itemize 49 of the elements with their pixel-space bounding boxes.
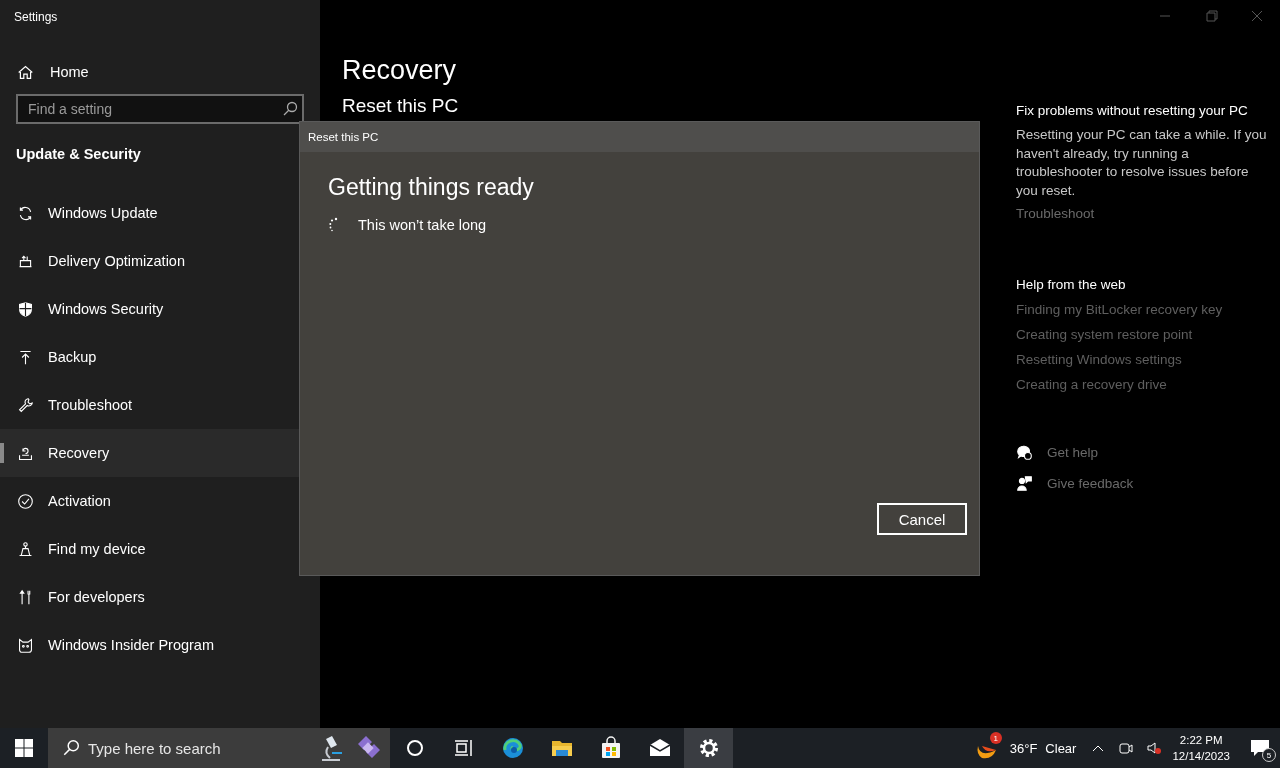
section-heading: Update & Security <box>15 146 142 162</box>
sidebar-item[interactable]: Delivery Optimization <box>0 237 320 285</box>
sync-icon <box>17 204 34 222</box>
notification-icon[interactable] <box>1250 739 1270 757</box>
shield-icon <box>17 300 34 318</box>
clock-time[interactable]: 2:22 PM <box>1179 732 1223 748</box>
sidebar-item[interactable]: Activation <box>0 477 320 525</box>
feedback-icon <box>1016 475 1033 492</box>
taskbar-search-field[interactable]: Type here to search <box>48 728 390 768</box>
notification-badge: 1 <box>989 732 1002 744</box>
description-text: Resetting your PC can take a while. If you haven't already, try running a troubleshooter to resolve issues before you reset. <box>1016 126 1268 200</box>
notification-count: 5 <box>1262 748 1276 762</box>
search-icon <box>282 101 298 117</box>
window-title: Settings <box>13 9 59 26</box>
cancel-button[interactable]: Cancel <box>877 503 967 535</box>
person-icon <box>17 540 34 558</box>
help-icon <box>1016 444 1033 461</box>
wrench-icon <box>17 396 34 414</box>
dialog-title: Reset this PC <box>308 131 379 143</box>
windows-icon[interactable] <box>15 739 33 757</box>
home-link[interactable]: Home <box>0 60 320 84</box>
weather-condition: Clear <box>1045 740 1077 756</box>
troubleshoot-link[interactable]: Troubleshoot <box>1016 206 1272 221</box>
sidebar-item[interactable]: For developers <box>0 573 320 621</box>
sidebar-item[interactable]: Windows Update <box>0 189 320 237</box>
muted-speaker-icon[interactable] <box>1146 740 1163 756</box>
action-link[interactable]: Get help <box>1047 445 1099 460</box>
home-icon <box>17 63 34 81</box>
side-heading: Help from the web <box>1016 277 1127 292</box>
temperature-text: 36°F <box>1009 740 1038 756</box>
sidebar-item[interactable]: Windows Security <box>0 285 320 333</box>
search-icon <box>62 739 80 757</box>
backup-icon <box>17 348 34 366</box>
sidebar-item[interactable]: Backup <box>0 333 320 381</box>
dialog-heading: Getting things ready <box>328 174 535 201</box>
action-link[interactable]: Give feedback <box>1047 476 1134 491</box>
check-icon <box>17 492 34 510</box>
sidebar-item[interactable]: Find my device <box>0 525 320 573</box>
sidebar-item[interactable]: Windows Insider Program <box>0 621 320 669</box>
search-field[interactable]: Find a setting <box>16 94 304 124</box>
status-text: This won’t take long <box>358 217 487 233</box>
camera-icon[interactable] <box>1118 740 1135 756</box>
cat-icon <box>17 636 34 654</box>
sidebar-item[interactable]: Troubleshoot <box>0 381 320 429</box>
taskbar-app[interactable] <box>684 728 733 768</box>
clock-date[interactable]: 12/14/2023 <box>1172 748 1230 764</box>
page-title: Recovery <box>342 54 458 86</box>
side-heading: Fix problems without resetting your PC <box>1016 103 1249 118</box>
section-heading: Reset this PC <box>342 94 460 118</box>
